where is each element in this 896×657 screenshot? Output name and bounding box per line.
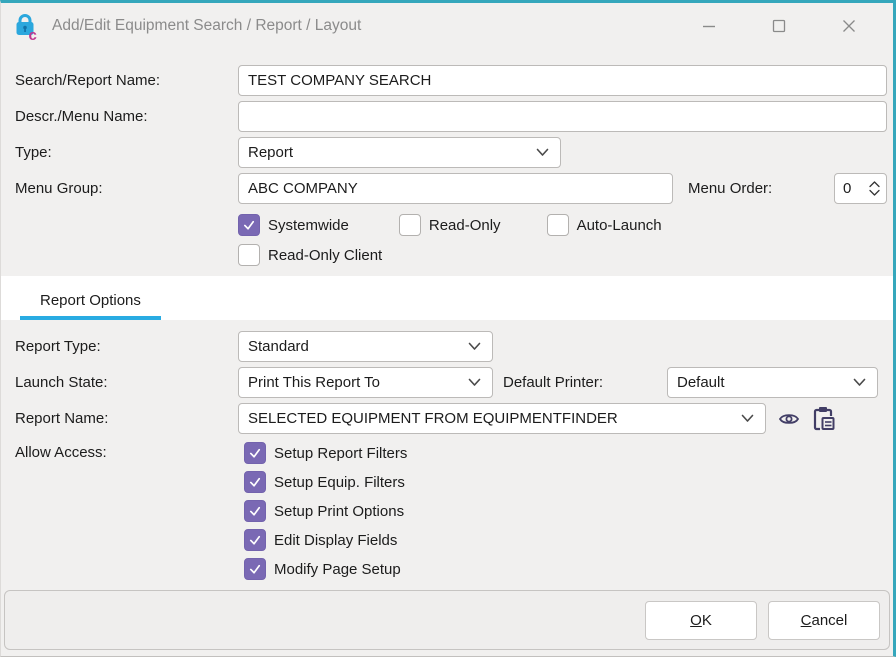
- titlebar: c Add/Edit Equipment Search / Report / L…: [1, 3, 893, 48]
- modify-page-setup-label: Modify Page Setup: [274, 561, 401, 578]
- modify-page-setup-checkbox[interactable]: [244, 558, 266, 580]
- report-name-label: Report Name:: [15, 410, 238, 427]
- minimize-icon: [702, 19, 716, 33]
- footer-bar: OK Cancel: [4, 590, 890, 650]
- report-type-label: Report Type:: [15, 338, 238, 355]
- systemwide-checkbox-label: Systemwide: [268, 217, 349, 234]
- chevron-down-icon: [468, 342, 481, 351]
- report-name-select[interactable]: SELECTED EQUIPMENT FROM EQUIPMENTFINDER: [238, 403, 766, 434]
- descr-menu-name-input[interactable]: [238, 101, 887, 132]
- read-only-checkbox-group[interactable]: Read-Only: [399, 214, 501, 236]
- tab-report-options[interactable]: Report Options: [20, 283, 161, 320]
- report-type-select[interactable]: Standard: [238, 331, 493, 362]
- setup-equip-filters-label: Setup Equip. Filters: [274, 474, 405, 491]
- read-only-client-checkbox-group[interactable]: Read-Only Client: [238, 244, 382, 266]
- search-report-name-row: Search/Report Name:: [15, 65, 887, 96]
- cancel-button[interactable]: Cancel: [768, 601, 880, 640]
- flags-row-1: Systemwide Read-Only Auto-Launch: [238, 213, 893, 237]
- setup-print-options-label: Setup Print Options: [274, 503, 404, 520]
- maximize-button[interactable]: [757, 8, 801, 44]
- systemwide-checkbox[interactable]: [238, 214, 260, 236]
- launch-state-row: Launch State: Print This Report To Defau…: [15, 367, 878, 398]
- copy-report-button[interactable]: [811, 406, 837, 432]
- check-icon: [248, 504, 262, 518]
- read-only-client-checkbox[interactable]: [238, 244, 260, 266]
- ok-button[interactable]: OK: [645, 601, 757, 640]
- search-report-name-label: Search/Report Name:: [15, 72, 238, 89]
- close-button[interactable]: [827, 8, 871, 44]
- report-type-row: Report Type: Standard: [15, 331, 878, 362]
- default-printer-select[interactable]: Default: [667, 367, 878, 398]
- allow-access-label: Allow Access:: [15, 441, 238, 581]
- menu-order-stepper[interactable]: 0: [834, 173, 887, 204]
- header-form: Search/Report Name: Descr./Menu Name: Ty…: [1, 48, 893, 276]
- dialog-window: c Add/Edit Equipment Search / Report / L…: [0, 0, 896, 657]
- report-name-select-value: SELECTED EQUIPMENT FROM EQUIPMENTFINDER: [248, 410, 733, 427]
- tab-strip: Report Options: [1, 276, 893, 320]
- type-select[interactable]: Report: [238, 137, 561, 168]
- report-type-select-value: Standard: [248, 338, 460, 355]
- allow-access-item[interactable]: Edit Display Fields: [244, 528, 407, 552]
- edit-display-fields-checkbox[interactable]: [244, 529, 266, 551]
- flags-row-2: Read-Only Client: [238, 243, 893, 267]
- default-printer-label: Default Printer:: [503, 374, 603, 391]
- type-label: Type:: [15, 144, 238, 161]
- check-icon: [242, 218, 256, 232]
- allow-access-item[interactable]: Setup Report Filters: [244, 441, 407, 465]
- menu-order-value: 0: [843, 180, 869, 197]
- type-row: Type: Report: [15, 137, 887, 168]
- allow-access-section: Allow Access: Setup Report Filters Setup…: [15, 441, 878, 581]
- allow-access-item[interactable]: Setup Equip. Filters: [244, 470, 407, 494]
- read-only-checkbox[interactable]: [399, 214, 421, 236]
- systemwide-checkbox-group[interactable]: Systemwide: [238, 214, 349, 236]
- minimize-button[interactable]: [687, 8, 731, 44]
- launch-state-label: Launch State:: [15, 374, 238, 391]
- preview-report-button[interactable]: [776, 406, 802, 432]
- auto-launch-checkbox-label: Auto-Launch: [577, 217, 662, 234]
- window-controls: [687, 8, 893, 44]
- check-icon: [248, 533, 262, 547]
- auto-launch-checkbox[interactable]: [547, 214, 569, 236]
- check-icon: [248, 475, 262, 489]
- report-options-panel: Report Type: Standard Launch State: Prin…: [1, 320, 893, 590]
- check-icon: [248, 562, 262, 576]
- auto-launch-checkbox-group[interactable]: Auto-Launch: [547, 214, 662, 236]
- close-icon: [842, 19, 856, 33]
- report-name-row: Report Name: SELECTED EQUIPMENT FROM EQU…: [15, 403, 878, 434]
- chevron-down-icon: [536, 148, 549, 157]
- stepper-arrows-icon[interactable]: [869, 181, 880, 196]
- clipboard-paste-icon: [812, 405, 836, 432]
- menu-group-label: Menu Group:: [15, 180, 238, 197]
- chevron-down-icon: [468, 378, 481, 387]
- check-icon: [248, 446, 262, 460]
- launch-state-select[interactable]: Print This Report To: [238, 367, 493, 398]
- setup-equip-filters-checkbox[interactable]: [244, 471, 266, 493]
- edit-display-fields-label: Edit Display Fields: [274, 532, 397, 549]
- chevron-down-icon: [741, 414, 754, 423]
- menu-order-label: Menu Order:: [688, 180, 772, 197]
- allow-access-item[interactable]: Setup Print Options: [244, 499, 407, 523]
- menu-group-input[interactable]: [238, 173, 673, 204]
- eye-icon: [778, 411, 800, 427]
- default-printer-select-value: Default: [677, 374, 845, 391]
- type-select-value: Report: [248, 144, 528, 161]
- svg-text:c: c: [29, 27, 37, 41]
- chevron-down-icon: [853, 378, 866, 387]
- read-only-client-checkbox-label: Read-Only Client: [268, 247, 382, 264]
- setup-report-filters-label: Setup Report Filters: [274, 445, 407, 462]
- search-report-name-input[interactable]: [238, 65, 887, 96]
- launch-state-select-value: Print This Report To: [248, 374, 460, 391]
- descr-menu-name-label: Descr./Menu Name:: [15, 108, 238, 125]
- allow-access-list: Setup Report Filters Setup Equip. Filter…: [238, 441, 407, 581]
- descr-menu-name-row: Descr./Menu Name:: [15, 101, 887, 132]
- app-lock-icon: c: [12, 11, 42, 41]
- allow-access-item[interactable]: Modify Page Setup: [244, 557, 407, 581]
- read-only-checkbox-label: Read-Only: [429, 217, 501, 234]
- window-title: Add/Edit Equipment Search / Report / Lay…: [52, 17, 687, 35]
- menu-group-row: Menu Group: Menu Order: 0: [15, 173, 887, 204]
- maximize-icon: [772, 19, 786, 33]
- setup-print-options-checkbox[interactable]: [244, 500, 266, 522]
- setup-report-filters-checkbox[interactable]: [244, 442, 266, 464]
